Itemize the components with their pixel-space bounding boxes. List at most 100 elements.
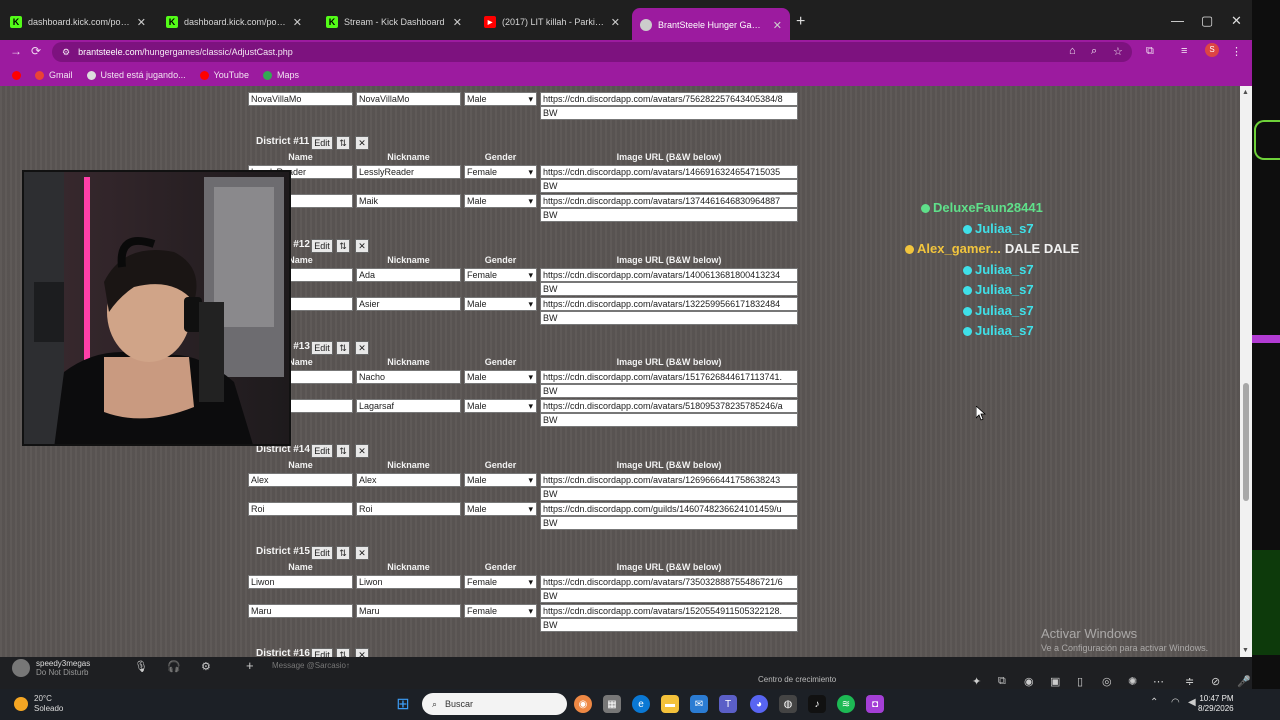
tribute-gender-select[interactable]: Male (464, 370, 537, 384)
tribute-name-input[interactable]: Liwon (248, 575, 353, 589)
tribute-name-input[interactable]: Maru (248, 603, 353, 618)
discord-user-panel[interactable]: speedy3megas Do Not Disturb (12, 659, 90, 677)
tribute-bw-url-input[interactable]: BW (540, 207, 798, 222)
browser-tab[interactable]: K dashboard.kick.com/popout/is ✕ (158, 10, 310, 34)
activity-icon[interactable]: ✺ (1128, 675, 1137, 688)
scroll-down-icon[interactable]: ▼ (1242, 647, 1249, 654)
chat-username[interactable]: Juliaa_s7 (975, 303, 1034, 318)
tribute-bw-url-input[interactable]: BW (540, 412, 798, 427)
tribute-gender-select[interactable]: Female (464, 165, 537, 179)
microphone-icon[interactable]: 🎙 (134, 660, 148, 673)
swap-district-button[interactable]: ⇅ (336, 444, 350, 458)
edit-district-button[interactable]: Edit (311, 444, 333, 458)
remove-district-button[interactable]: ✕ (355, 444, 369, 458)
chat-username[interactable]: Alex_gamer... (917, 241, 1001, 256)
swap-district-button[interactable]: ⇅ (336, 648, 350, 657)
tribute-nickname-input[interactable]: Lagarsaf (356, 398, 461, 413)
add-attachment-icon[interactable]: + (246, 658, 254, 673)
tribute-gender-select[interactable]: Male (464, 473, 537, 487)
bookmark-gmail[interactable]: Gmail (35, 70, 73, 80)
chrome-icon[interactable]: ◉ (574, 695, 592, 713)
tribute-nickname-input[interactable]: Maru (356, 603, 461, 618)
windows-start-icon[interactable]: ⊞ (394, 695, 412, 713)
chat-username[interactable]: Juliaa_s7 (975, 262, 1034, 277)
tribute-bw-url-input[interactable]: BW (540, 589, 798, 603)
volume-icon[interactable]: ◀ (1188, 697, 1196, 708)
store-icon[interactable]: ▦ (603, 695, 621, 713)
tribute-image-url-input[interactable]: https://cdn.discordapp.com/avatars/12696… (540, 473, 798, 487)
spotify-icon[interactable]: ≋ (837, 695, 855, 713)
tribute-image-url-input[interactable]: https://cdn.discordapp.com/avatars/13225… (540, 296, 798, 311)
edit-district-button[interactable]: Edit (311, 648, 333, 657)
tiktok-icon[interactable]: ♪ (808, 695, 826, 713)
tribute-nickname-input[interactable]: Roi (356, 501, 461, 516)
tribute-image-url-input[interactable]: https://cdn.discordapp.com/avatars/14006… (540, 268, 798, 282)
edge-icon[interactable]: e (632, 695, 650, 713)
mic-icon[interactable]: 🎤 (1237, 675, 1251, 688)
tribute-nickname-input[interactable]: Liwon (356, 575, 461, 589)
screen-icon[interactable]: ▣ (1050, 675, 1060, 688)
tribute-bw-url-input[interactable]: BW (540, 310, 798, 325)
tribute-bw-url-input[interactable]: BW (540, 106, 798, 120)
record-icon[interactable]: ◎ (1102, 675, 1112, 688)
tribute-gender-select[interactable]: Female (464, 603, 537, 618)
tribute-gender-select[interactable]: Male (464, 501, 537, 516)
wifi-icon[interactable]: ◠ (1171, 697, 1180, 708)
minimize-icon[interactable]: — (1171, 13, 1184, 28)
tribute-image-url-input[interactable]: https://cdn.discordapp.com/avatars/51809… (540, 398, 798, 413)
tribute-bw-url-input[interactable]: BW (540, 515, 798, 530)
tribute-nickname-input[interactable]: Ada (356, 268, 461, 282)
chat-username[interactable]: Juliaa_s7 (975, 282, 1034, 297)
settings-icon[interactable]: ⚙ (201, 660, 211, 673)
translate-icon[interactable]: ⌂ (1069, 45, 1076, 57)
tribute-nickname-input[interactable]: Alex (356, 473, 461, 487)
tribute-bw-url-input[interactable]: BW (540, 487, 798, 501)
tribute-gender-select[interactable]: Male (464, 296, 537, 311)
scroll-up-icon[interactable]: ▲ (1242, 89, 1249, 96)
tribute-nickname-input[interactable]: NovaVillaMo (356, 92, 461, 106)
tribute-gender-select[interactable]: Female (464, 575, 537, 589)
tribute-name-input[interactable]: Alex (248, 473, 353, 487)
tribute-gender-select[interactable]: Male (464, 92, 537, 106)
swap-district-button[interactable]: ⇅ (336, 341, 350, 355)
tribute-name-input[interactable]: NovaVillaMo (248, 92, 353, 106)
extensions-icon[interactable]: ⧉ (1146, 45, 1154, 58)
tribute-image-url-input[interactable]: https://cdn.discordapp.com/guilds/146074… (540, 501, 798, 516)
tribute-image-url-input[interactable]: https://cdn.discordapp.com/avatars/14669… (540, 165, 798, 179)
remove-district-button[interactable]: ✕ (355, 648, 369, 657)
zoom-icon[interactable]: ⌕ (1091, 45, 1097, 58)
page-scrollbar[interactable]: ▲ ▼ (1240, 86, 1252, 657)
app-icon[interactable]: ◘ (866, 695, 884, 713)
tribute-name-input[interactable]: Roi (248, 501, 353, 516)
tribute-nickname-input[interactable]: Asier (356, 296, 461, 311)
tribute-image-url-input[interactable]: https://cdn.discordapp.com/avatars/75628… (540, 92, 798, 106)
phone-icon[interactable]: ▯ (1077, 675, 1083, 688)
mail-icon[interactable]: ✉ (690, 695, 708, 713)
browser-tab[interactable]: K dashboard.kick.com/popout/is ✕ (2, 10, 154, 34)
chat-username[interactable]: DeluxeFaun28441 (933, 200, 1043, 215)
tribute-nickname-input[interactable]: LesslyReader (356, 165, 461, 179)
taskbar-clock[interactable]: 10:47 PM 8/29/2026 (1198, 694, 1234, 714)
site-info-icon[interactable]: ⚙ (62, 47, 70, 58)
tribute-bw-url-input[interactable]: BW (540, 617, 798, 632)
sliders-icon[interactable]: ≑ (1185, 675, 1194, 688)
profile-avatar[interactable]: S (1205, 43, 1219, 57)
browser-tab[interactable]: K Stream - Kick Dashboard ✕ (318, 10, 470, 34)
obs-icon[interactable]: ◍ (779, 695, 797, 713)
share-icon[interactable]: ⧉ (998, 675, 1006, 688)
magic-icon[interactable]: ✦ (972, 675, 981, 688)
chat-username[interactable]: Juliaa_s7 (975, 221, 1034, 236)
remove-district-button[interactable]: ✕ (355, 341, 369, 355)
more-icon[interactable]: ⋯ (1153, 675, 1164, 688)
bookmark-game[interactable]: Usted está jugando... (86, 70, 186, 80)
bookmark-youtube-small[interactable] (12, 70, 21, 80)
bookmark-maps[interactable]: Maps (262, 70, 299, 80)
edit-district-button[interactable]: Edit (311, 341, 333, 355)
close-window-icon[interactable]: ✕ (1231, 13, 1242, 29)
chat-username[interactable]: Juliaa_s7 (975, 323, 1034, 338)
menu-icon[interactable]: ⋮ (1231, 45, 1242, 58)
browser-tab-active[interactable]: BrantSteele Hunger Games Simu ✕ (632, 8, 790, 42)
tribute-bw-url-input[interactable]: BW (540, 179, 798, 193)
media-icon[interactable]: ≡ (1181, 45, 1187, 57)
forward-icon[interactable]: → (10, 44, 22, 58)
